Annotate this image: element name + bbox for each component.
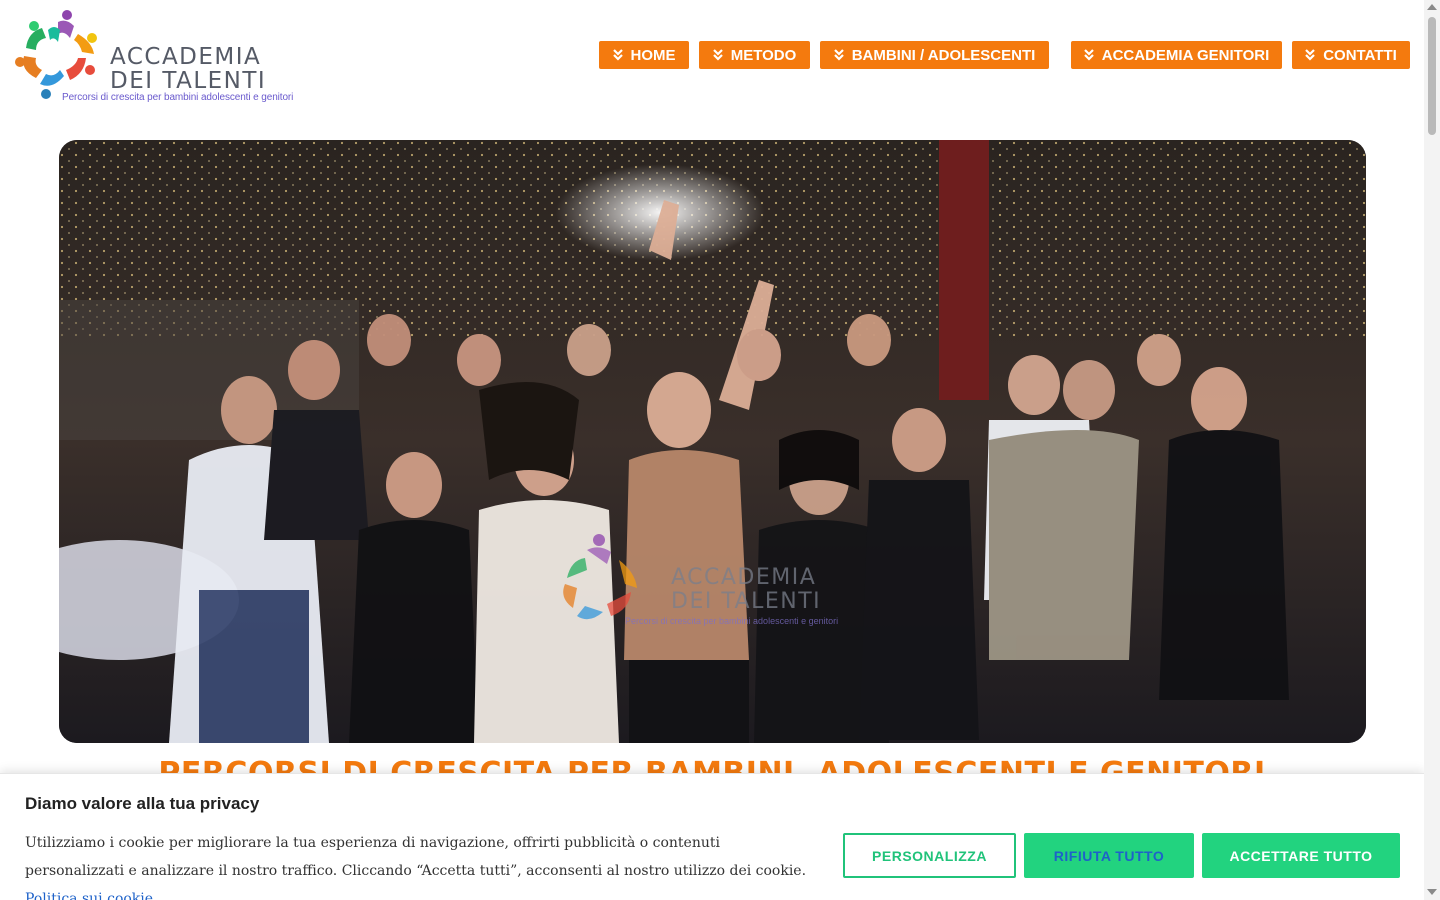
site-header: ACCADEMIA DEI TALENTI Percorsi di cresci… xyxy=(0,0,1424,120)
chevron-double-down-icon xyxy=(712,49,723,61)
nav-item-contatti[interactable]: CONTATTI xyxy=(1292,41,1410,69)
page: ACCADEMIA DEI TALENTI Percorsi di cresci… xyxy=(0,0,1440,900)
chevron-double-down-icon xyxy=(1305,49,1315,61)
scrollbar-thumb[interactable] xyxy=(1428,17,1436,135)
watermark-tagline: Percorsi di crescita per bambini adolesc… xyxy=(625,616,838,626)
logo-name-line2: DEI TALENTI xyxy=(110,68,267,94)
cookie-customize-button[interactable]: PERSONALIZZA xyxy=(843,833,1016,878)
hero-image: ACCADEMIA DEI TALENTI Percorsi di cresci… xyxy=(59,140,1366,743)
logo-tagline: Percorsi di crescita per bambini adolesc… xyxy=(62,92,294,103)
nav-item-metodo[interactable]: METODO xyxy=(699,41,810,69)
cookie-description: Utilizziamo i cookie per migliorare la t… xyxy=(25,835,807,879)
cookie-reject-button[interactable]: RIFIUTA TUTTO xyxy=(1024,833,1194,878)
page-scrollbar[interactable] xyxy=(1424,0,1440,900)
cookie-policy-link[interactable]: Politica sui cookie xyxy=(25,891,153,900)
nav-item-accademia-genitori[interactable]: ACCADEMIA GENITORI xyxy=(1071,41,1282,69)
nav-item-label: CONTATTI xyxy=(1323,46,1397,64)
watermark-line1: ACCADEMIA xyxy=(671,565,816,590)
nav-item-bambini-adolescenti[interactable]: BAMBINI / ADOLESCENTI xyxy=(820,41,1049,69)
cookie-accept-button[interactable]: ACCETTARE TUTTO xyxy=(1202,833,1400,878)
nav-item-label: HOME xyxy=(630,46,676,64)
nav-item-label: ACCADEMIA GENITORI xyxy=(1101,46,1270,64)
main-nav: HOME METODO BAMBINI / ADOLESCENTI ACCADE… xyxy=(0,41,1424,69)
nav-item-home[interactable]: HOME xyxy=(599,41,689,69)
cookie-title: Diamo valore alla tua privacy xyxy=(25,794,260,813)
cookie-banner: Diamo valore alla tua privacy Utilizziam… xyxy=(0,773,1424,900)
chevron-double-down-icon xyxy=(833,49,844,61)
scroll-down-icon[interactable] xyxy=(1427,889,1437,895)
chevron-double-down-icon xyxy=(612,49,623,61)
watermark-line2: DEI TALENTI xyxy=(671,589,821,614)
hero-photo: ACCADEMIA DEI TALENTI Percorsi di cresci… xyxy=(59,140,1366,743)
nav-item-label: BAMBINI / ADOLESCENTI xyxy=(851,46,1036,64)
scroll-up-icon[interactable] xyxy=(1427,4,1437,10)
cookie-text: Utilizziamo i cookie per migliorare la t… xyxy=(25,829,815,900)
chevron-double-down-icon xyxy=(1083,49,1094,61)
nav-item-label: METODO xyxy=(730,46,797,64)
